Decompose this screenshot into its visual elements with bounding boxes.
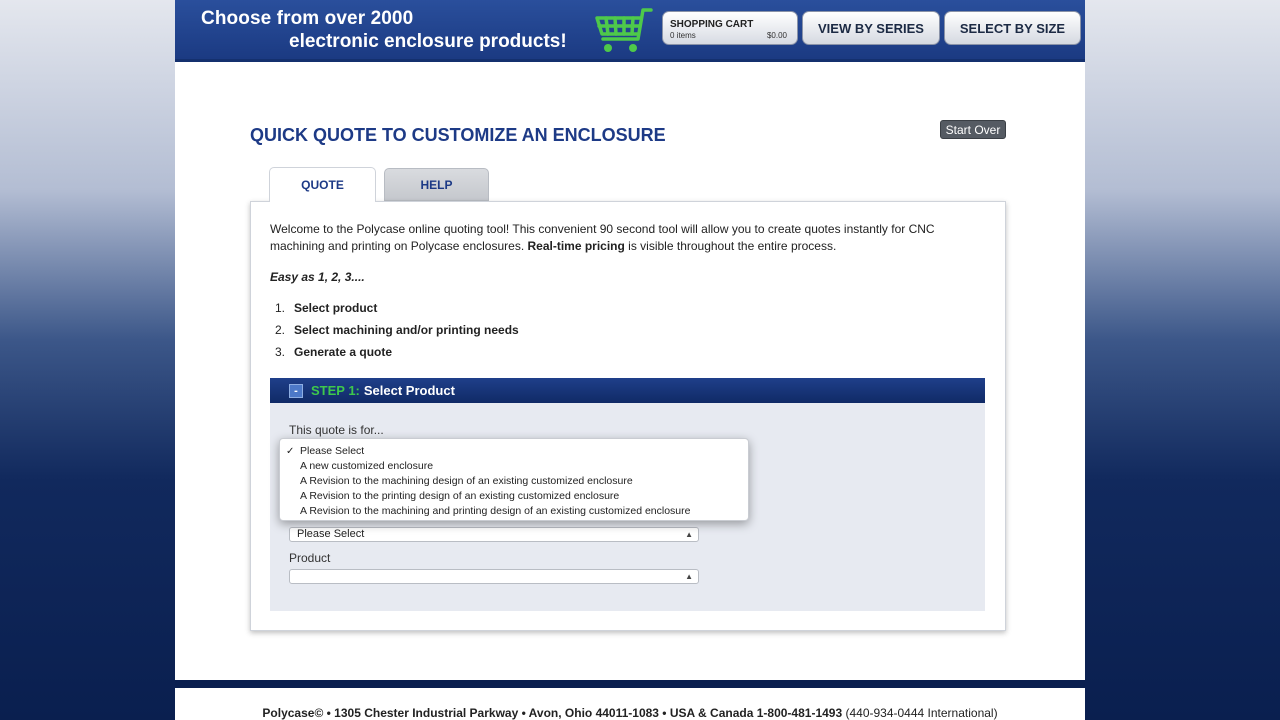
quote-type-dropdown[interactable]: ✓ Please Select A new customized enclosur… xyxy=(279,438,749,521)
dropdown-option[interactable]: ✓ Please Select xyxy=(280,444,748,459)
dropdown-option[interactable]: A Revision to the machining and printing… xyxy=(280,504,748,519)
shopping-cart-icon[interactable] xyxy=(593,6,655,56)
dropdown-option-label: A new customized enclosure xyxy=(300,460,434,472)
site-footer: Polycase© • 1305 Chester Industrial Park… xyxy=(175,688,1085,720)
page-title: QUICK QUOTE TO CUSTOMIZE AN ENCLOSURE xyxy=(250,125,666,145)
step-text: Select machining and/or printing needs xyxy=(294,323,519,337)
select-arrows-icon: ▲ xyxy=(685,530,693,539)
dropdown-option[interactable]: A new customized enclosure xyxy=(280,459,748,474)
step1-label: STEP 1: xyxy=(311,383,360,398)
page: Choose from over 2000 electronic enclosu… xyxy=(175,0,1085,720)
dropdown-option-label: A Revision to the printing design of an … xyxy=(300,490,620,502)
list-item: 1. Select product xyxy=(275,301,519,323)
tab-quote[interactable]: QUOTE xyxy=(269,167,376,202)
step-number: 1. xyxy=(275,301,286,315)
intro-text-part2: is visible throughout the entire process… xyxy=(624,239,837,253)
list-item: 3. Generate a quote xyxy=(275,345,519,367)
site-header: Choose from over 2000 electronic enclosu… xyxy=(175,0,1085,62)
easy-as-text: Easy as 1, 2, 3.... xyxy=(270,270,365,284)
dropdown-option[interactable]: A Revision to the machining design of an… xyxy=(280,474,748,489)
quote-panel: Welcome to the Polycase online quoting t… xyxy=(250,201,1006,631)
shopping-cart-box[interactable]: SHOPPING CART 0 items $0.00 xyxy=(662,11,798,45)
dropdown-option-label: Please Select xyxy=(300,445,365,457)
step1-header[interactable]: - STEP 1: Select Product xyxy=(270,378,985,403)
tagline-line1: Choose from over 2000 xyxy=(201,8,414,29)
step1-title: Select Product xyxy=(363,383,455,398)
cart-total: $0.00 xyxy=(766,31,787,40)
footer-company: Polycase© xyxy=(262,706,324,720)
start-over-button[interactable]: Start Over xyxy=(940,120,1006,139)
secondary-select-value: Please Select xyxy=(297,528,365,540)
footer-divider xyxy=(175,680,1085,688)
footer-address: • 1305 Chester Industrial Parkway • Avon… xyxy=(323,706,843,720)
quote-for-label: This quote is for... xyxy=(289,423,384,437)
tab-help[interactable]: HELP xyxy=(384,168,489,201)
list-item: 2. Select machining and/or printing needs xyxy=(275,323,519,345)
step-text: Select product xyxy=(294,301,378,315)
collapse-icon[interactable]: - xyxy=(289,383,303,398)
cart-item-count: 0 items xyxy=(670,31,696,40)
step-number: 2. xyxy=(275,323,286,337)
intro-text: Welcome to the Polycase online quoting t… xyxy=(270,221,970,255)
dropdown-option-label: A Revision to the machining and printing… xyxy=(300,505,691,517)
steps-list: 1. Select product 2. Select machining and/… xyxy=(275,301,519,367)
tagline-line2: electronic enclosure products! xyxy=(289,31,567,52)
footer-intl-phone: (440-934-0444 International) xyxy=(842,706,998,720)
select-by-size-button[interactable]: SELECT BY SIZE xyxy=(944,11,1081,45)
step1-section: - STEP 1: Select Product This quote is f… xyxy=(270,378,985,611)
step-text: Generate a quote xyxy=(294,345,393,359)
dropdown-option[interactable]: A Revision to the printing design of an … xyxy=(280,489,748,504)
intro-text-bold: Real-time pricing xyxy=(527,239,625,253)
secondary-select[interactable]: Please Select ▲ xyxy=(289,527,699,542)
checkmark-icon: ✓ xyxy=(286,446,295,457)
product-label: Product xyxy=(289,551,331,565)
view-by-series-button[interactable]: VIEW BY SERIES xyxy=(802,11,940,45)
product-select[interactable]: ▲ xyxy=(289,569,699,584)
step-number: 3. xyxy=(275,345,286,359)
dropdown-option-label: A Revision to the machining design of an… xyxy=(300,475,633,487)
select-arrows-icon: ▲ xyxy=(685,572,693,581)
cart-title: SHOPPING CART xyxy=(670,19,754,30)
